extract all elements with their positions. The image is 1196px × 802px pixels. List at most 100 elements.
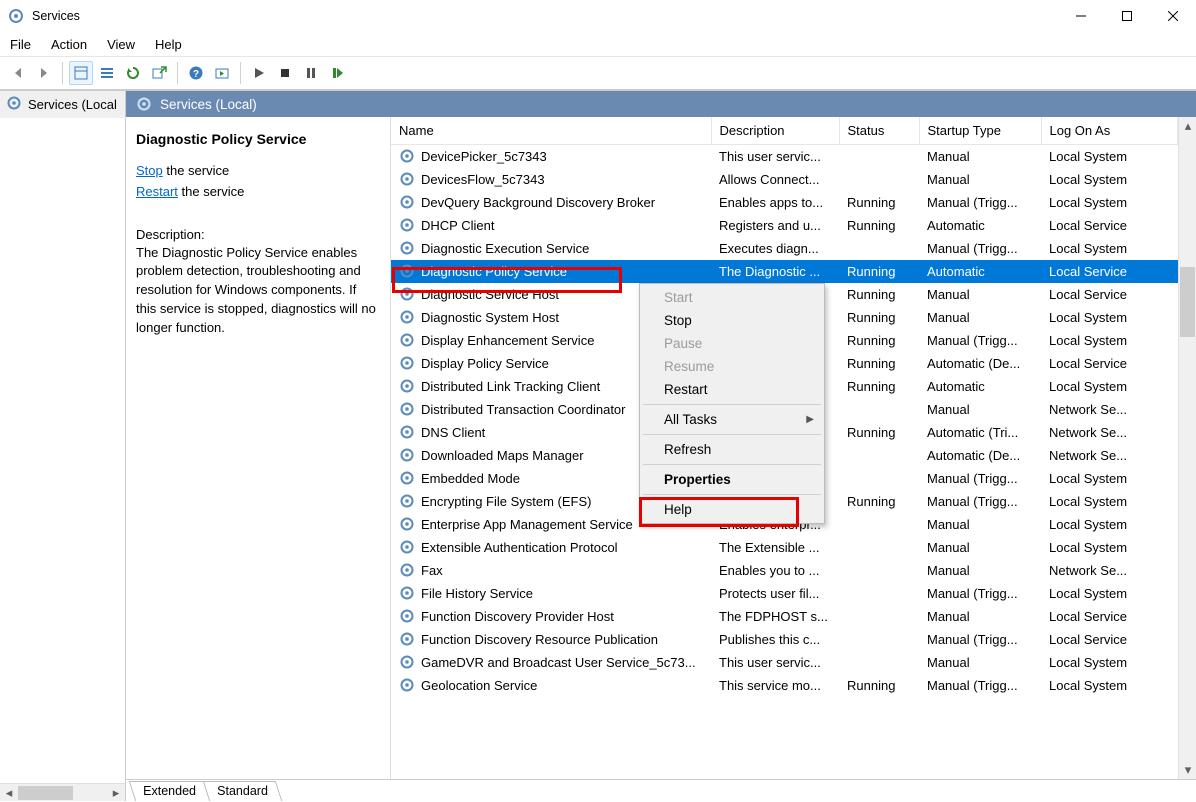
details-button[interactable] xyxy=(95,61,119,85)
service-startup: Manual (Trigg... xyxy=(919,191,1041,214)
service-row[interactable]: DevicesFlow_5c7343Allows Connect...Manua… xyxy=(391,168,1178,191)
gear-icon xyxy=(399,332,415,348)
back-button[interactable] xyxy=(6,61,30,85)
tab-extended[interactable]: Extended xyxy=(129,781,210,801)
context-properties[interactable]: Properties xyxy=(642,468,822,491)
menu-action[interactable]: Action xyxy=(51,37,87,52)
stop-service-button[interactable] xyxy=(273,61,297,85)
column-logon[interactable]: Log On As xyxy=(1041,117,1178,145)
service-status: Running xyxy=(839,375,919,398)
service-status: Running xyxy=(839,283,919,306)
tree-horizontal-scrollbar[interactable]: ◂ ▸ xyxy=(0,783,126,801)
scroll-thumb[interactable] xyxy=(1180,267,1195,337)
service-logon: Local System xyxy=(1041,536,1178,559)
title-bar: Services xyxy=(0,0,1196,32)
gear-icon xyxy=(399,608,415,624)
service-row[interactable]: GameDVR and Broadcast User Service_5c73.… xyxy=(391,651,1178,674)
close-button[interactable] xyxy=(1150,0,1196,32)
service-name: File History Service xyxy=(421,586,533,601)
refresh-button[interactable] xyxy=(121,61,145,85)
service-row[interactable]: Function Discovery Resource PublicationP… xyxy=(391,628,1178,651)
context-separator xyxy=(643,494,821,495)
menu-help[interactable]: Help xyxy=(155,37,182,52)
service-name: Diagnostic Policy Service xyxy=(421,264,567,279)
scroll-up-icon[interactable]: ▴ xyxy=(1179,117,1196,135)
pause-service-button[interactable] xyxy=(299,61,323,85)
scroll-left-icon[interactable]: ◂ xyxy=(0,784,18,802)
start-service-button[interactable] xyxy=(247,61,271,85)
service-description: Enables you to ... xyxy=(711,559,839,582)
properties-toolbar-button[interactable] xyxy=(69,61,93,85)
column-status[interactable]: Status xyxy=(839,117,919,145)
service-name: Encrypting File System (EFS) xyxy=(421,494,592,509)
service-status xyxy=(839,513,919,536)
service-startup: Manual (Trigg... xyxy=(919,582,1041,605)
context-menu: Start Stop Pause Resume Restart All Task… xyxy=(639,283,825,524)
context-restart[interactable]: Restart xyxy=(642,378,822,401)
service-row[interactable]: Diagnostic Policy ServiceThe Diagnostic … xyxy=(391,260,1178,283)
restart-service-link[interactable]: Restart xyxy=(136,184,178,199)
service-startup: Manual (Trigg... xyxy=(919,674,1041,697)
column-startup[interactable]: Startup Type xyxy=(919,117,1041,145)
tree-item-label: Services (Local xyxy=(28,97,117,112)
scroll-down-icon[interactable]: ▾ xyxy=(1179,761,1196,779)
gear-icon xyxy=(399,217,415,233)
service-status: Running xyxy=(839,191,919,214)
service-status: Running xyxy=(839,352,919,375)
maximize-button[interactable] xyxy=(1104,0,1150,32)
context-all-tasks[interactable]: All Tasks▶ xyxy=(642,408,822,431)
context-help[interactable]: Help xyxy=(642,498,822,521)
service-name: Embedded Mode xyxy=(421,471,520,486)
column-description[interactable]: Description xyxy=(711,117,839,145)
service-startup: Manual (Trigg... xyxy=(919,628,1041,651)
service-row[interactable]: Diagnostic Execution ServiceExecutes dia… xyxy=(391,237,1178,260)
context-stop[interactable]: Stop xyxy=(642,309,822,332)
service-status: Running xyxy=(839,214,919,237)
gear-icon xyxy=(399,539,415,555)
submenu-arrow-icon: ▶ xyxy=(806,414,814,425)
stop-service-link[interactable]: Stop xyxy=(136,163,163,178)
forward-button[interactable] xyxy=(32,61,56,85)
menu-file[interactable]: File xyxy=(10,37,31,52)
execute-button[interactable] xyxy=(210,61,234,85)
gear-icon xyxy=(399,286,415,302)
restart-service-suffix: the service xyxy=(178,184,244,199)
service-row[interactable]: DevQuery Background Discovery BrokerEnab… xyxy=(391,191,1178,214)
service-status: Running xyxy=(839,306,919,329)
column-name[interactable]: Name xyxy=(391,117,711,145)
service-startup: Automatic (Tri... xyxy=(919,421,1041,444)
restart-service-button[interactable] xyxy=(325,61,349,85)
service-row[interactable]: File History ServiceProtects user fil...… xyxy=(391,582,1178,605)
service-status xyxy=(839,605,919,628)
service-row[interactable]: FaxEnables you to ...ManualNetwork Se... xyxy=(391,559,1178,582)
service-logon: Local System xyxy=(1041,651,1178,674)
context-refresh[interactable]: Refresh xyxy=(642,438,822,461)
toolbar: ? xyxy=(0,56,1196,90)
tree-item-services-local[interactable]: Services (Local xyxy=(0,91,125,118)
scroll-right-icon[interactable]: ▸ xyxy=(107,784,125,802)
service-startup: Manual xyxy=(919,398,1041,421)
service-row[interactable]: Function Discovery Provider HostThe FDPH… xyxy=(391,605,1178,628)
menu-view[interactable]: View xyxy=(107,37,135,52)
gear-icon xyxy=(399,240,415,256)
vertical-scrollbar[interactable]: ▴ ▾ xyxy=(1178,117,1196,779)
minimize-button[interactable] xyxy=(1058,0,1104,32)
tab-standard[interactable]: Standard xyxy=(203,781,282,801)
gear-icon xyxy=(6,95,22,114)
right-pane: Services (Local) Diagnostic Policy Servi… xyxy=(126,91,1196,801)
service-row[interactable]: Extensible Authentication ProtocolThe Ex… xyxy=(391,536,1178,559)
export-button[interactable] xyxy=(147,61,171,85)
service-name: Display Enhancement Service xyxy=(421,333,594,348)
service-description: Executes diagn... xyxy=(711,237,839,260)
help-toolbar-button[interactable]: ? xyxy=(184,61,208,85)
window-title: Services xyxy=(32,9,80,23)
scroll-thumb[interactable] xyxy=(18,786,73,800)
service-row[interactable]: Geolocation ServiceThis service mo...Run… xyxy=(391,674,1178,697)
service-startup: Manual xyxy=(919,536,1041,559)
service-name: Downloaded Maps Manager xyxy=(421,448,584,463)
gear-icon xyxy=(399,562,415,578)
service-row[interactable]: DHCP ClientRegisters and u...RunningAuto… xyxy=(391,214,1178,237)
gear-icon xyxy=(399,309,415,325)
service-name: Fax xyxy=(421,563,443,578)
service-row[interactable]: DevicePicker_5c7343This user servic...Ma… xyxy=(391,145,1178,168)
